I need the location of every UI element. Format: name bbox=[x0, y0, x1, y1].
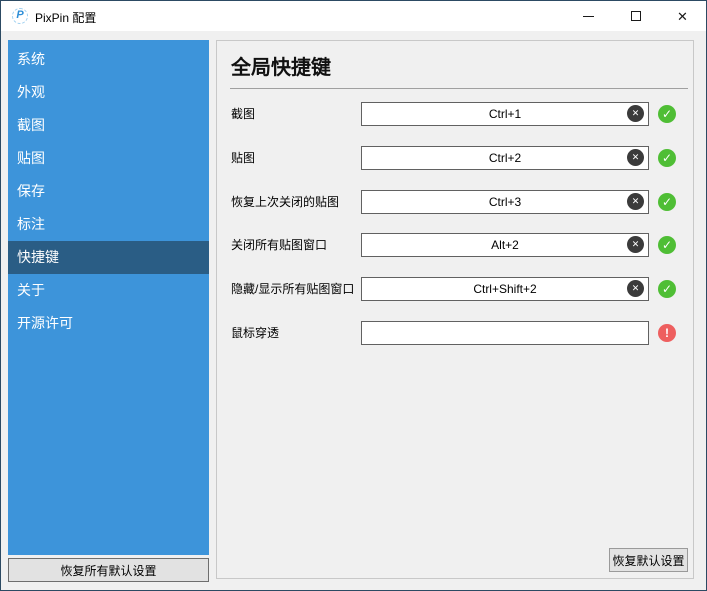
hotkey-input-wrap: ✕ bbox=[361, 102, 649, 126]
reset-all-defaults-button[interactable]: 恢复所有默认设置 bbox=[8, 558, 209, 582]
clear-icon[interactable]: ✕ bbox=[627, 280, 644, 297]
hotkey-input-mouse-through[interactable] bbox=[361, 321, 649, 345]
hotkey-input-wrap: ✕ bbox=[361, 233, 649, 257]
valid-check-icon: ✓ bbox=[658, 193, 676, 211]
hotkey-row: 截图 ✕ ✓ bbox=[231, 102, 687, 126]
clear-icon[interactable]: ✕ bbox=[627, 236, 644, 253]
window-title: PixPin 配置 bbox=[35, 9, 96, 26]
minimize-button[interactable] bbox=[565, 1, 612, 31]
sidebar-item-screenshot[interactable]: 截图 bbox=[8, 109, 209, 142]
hotkey-input-restore-last-pin[interactable] bbox=[361, 190, 649, 214]
clear-icon[interactable]: ✕ bbox=[627, 149, 644, 166]
valid-check-icon: ✓ bbox=[658, 149, 676, 167]
hotkey-row: 贴图 ✕ ✓ bbox=[231, 146, 687, 170]
hotkey-input-wrap: ✕ bbox=[361, 190, 649, 214]
hotkey-input-wrap: ✕ bbox=[361, 277, 649, 301]
valid-check-icon: ✓ bbox=[658, 280, 676, 298]
pixpin-config-window: P PixPin 配置 ✕ 系统 外观 截图 贴图 保存 标注 快捷键 关于 开… bbox=[0, 0, 707, 591]
reset-defaults-button[interactable]: 恢复默认设置 bbox=[609, 548, 688, 572]
hotkey-input-wrap bbox=[361, 321, 649, 345]
sidebar-item-hotkeys[interactable]: 快捷键 bbox=[8, 241, 209, 274]
hotkey-label-pin: 贴图 bbox=[231, 146, 255, 170]
heading-divider bbox=[230, 88, 688, 89]
app-logo-icon: P bbox=[12, 8, 28, 24]
hotkey-input-wrap: ✕ bbox=[361, 146, 649, 170]
sidebar-item-about[interactable]: 关于 bbox=[8, 274, 209, 307]
sidebar-item-system[interactable]: 系统 bbox=[8, 43, 209, 76]
hotkey-input-screenshot[interactable] bbox=[361, 102, 649, 126]
hotkey-label-close-all-pins: 关闭所有贴图窗口 bbox=[231, 233, 327, 257]
error-exclamation-icon: ! bbox=[658, 324, 676, 342]
hotkey-label-screenshot: 截图 bbox=[231, 102, 255, 126]
sidebar-item-annotate[interactable]: 标注 bbox=[8, 208, 209, 241]
window-controls: ✕ bbox=[565, 1, 706, 31]
settings-sidebar: 系统 外观 截图 贴图 保存 标注 快捷键 关于 开源许可 bbox=[8, 40, 209, 555]
sidebar-item-save[interactable]: 保存 bbox=[8, 175, 209, 208]
maximize-icon bbox=[631, 11, 641, 21]
hotkey-row: 隐藏/显示所有贴图窗口 ✕ ✓ bbox=[231, 277, 687, 301]
hotkey-row: 恢复上次关闭的贴图 ✕ ✓ bbox=[231, 190, 687, 214]
clear-icon[interactable]: ✕ bbox=[627, 193, 644, 210]
close-icon: ✕ bbox=[677, 10, 688, 23]
titlebar: P PixPin 配置 ✕ bbox=[1, 1, 706, 31]
valid-check-icon: ✓ bbox=[658, 236, 676, 254]
hotkey-input-close-all-pins[interactable] bbox=[361, 233, 649, 257]
hotkey-input-toggle-all-pins[interactable] bbox=[361, 277, 649, 301]
hotkey-input-pin[interactable] bbox=[361, 146, 649, 170]
valid-check-icon: ✓ bbox=[658, 105, 676, 123]
close-button[interactable]: ✕ bbox=[659, 1, 706, 31]
sidebar-item-appearance[interactable]: 外观 bbox=[8, 76, 209, 109]
page-title: 全局快捷键 bbox=[231, 51, 331, 80]
hotkeys-panel: 全局快捷键 截图 ✕ ✓ 贴图 ✕ ✓ 恢复上次关闭的贴图 ✕ bbox=[216, 40, 694, 579]
clear-icon[interactable]: ✕ bbox=[627, 105, 644, 122]
sidebar-item-open-source-license[interactable]: 开源许可 bbox=[8, 307, 209, 340]
hotkey-row: 鼠标穿透 ! bbox=[231, 321, 687, 345]
minimize-icon bbox=[583, 16, 594, 17]
hotkey-label-restore-last-pin: 恢复上次关闭的贴图 bbox=[231, 190, 339, 214]
hotkey-label-toggle-all-pins: 隐藏/显示所有贴图窗口 bbox=[231, 277, 354, 301]
sidebar-item-pin[interactable]: 贴图 bbox=[8, 142, 209, 175]
maximize-button[interactable] bbox=[612, 1, 659, 31]
hotkey-row: 关闭所有贴图窗口 ✕ ✓ bbox=[231, 233, 687, 257]
hotkey-label-mouse-through: 鼠标穿透 bbox=[231, 321, 279, 345]
